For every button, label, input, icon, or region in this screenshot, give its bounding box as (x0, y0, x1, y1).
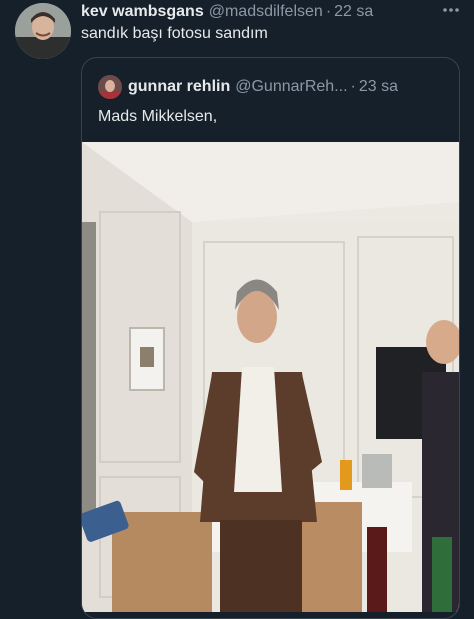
quoted-author-name[interactable]: gunnar rehlin (128, 78, 230, 96)
tweet-time[interactable]: 22 sa (334, 3, 373, 21)
tweet-text: sandık başı fotosu sandım (81, 25, 268, 42)
quoted-header: gunnar rehlin @GunnarReh... · 23 sa (98, 75, 449, 99)
quoted-tweet[interactable]: gunnar rehlin @GunnarReh... · 23 sa Mads… (81, 57, 460, 619)
author-name[interactable]: kev wambsgans (81, 3, 204, 21)
more-options-icon[interactable] (441, 0, 461, 25)
quoted-text: Mads Mikkelsen, (98, 108, 218, 125)
separator-dot: · (325, 3, 332, 20)
photo-illustration (82, 142, 459, 612)
tweet[interactable]: kev wambsgans @madsdilfelsen · 22 sa san… (0, 0, 474, 619)
quoted-time[interactable]: 23 sa (359, 78, 398, 96)
quoted-photo[interactable] (82, 142, 459, 612)
quoted-author-avatar[interactable] (98, 75, 122, 99)
quoted-author-handle[interactable]: @GunnarReh... (235, 78, 347, 96)
quoted-separator-dot: · (350, 78, 356, 95)
author-avatar[interactable] (15, 3, 71, 59)
tweet-header: kev wambsgans @madsdilfelsen · 22 sa (81, 1, 464, 23)
author-handle[interactable]: @madsdilfelsen (209, 3, 323, 21)
